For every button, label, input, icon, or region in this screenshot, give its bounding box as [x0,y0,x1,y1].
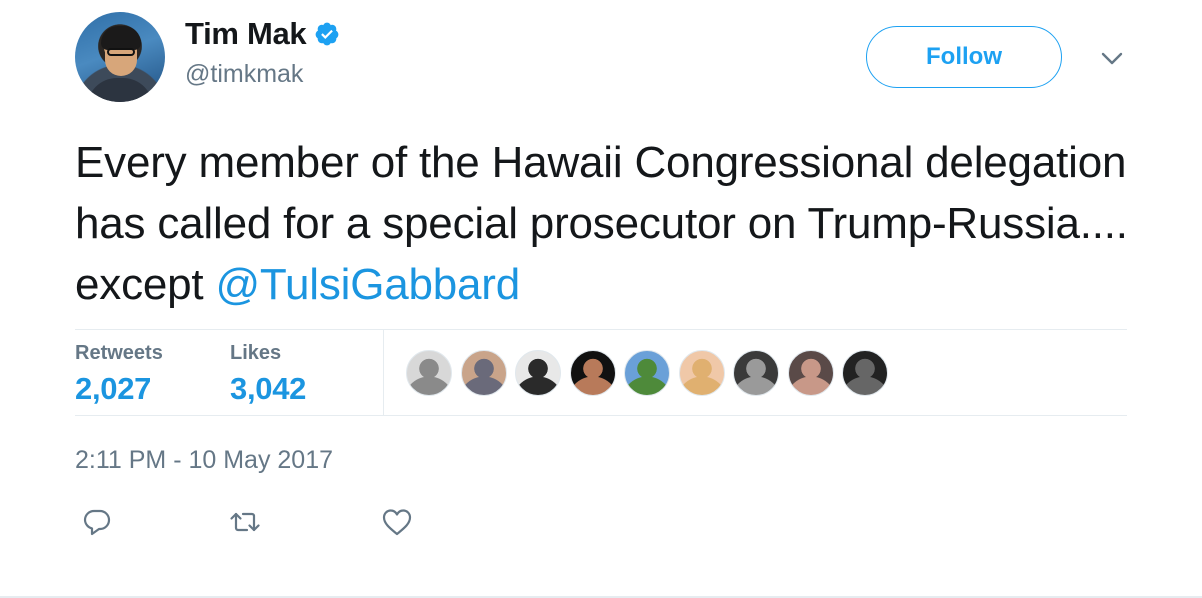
tweet-text: Every member of the Hawaii Congressional… [75,132,1145,315]
reply-icon[interactable] [80,505,114,539]
tweet-timestamp[interactable]: 2:11 PM - 10 May 2017 [75,446,333,475]
retweet-icon[interactable] [228,505,262,539]
liker-avatar-4[interactable] [569,350,616,396]
retweets-count: 2,027 [75,371,152,406]
liker-avatars [406,350,897,396]
avatar-glasses [107,48,135,56]
chevron-down-icon[interactable] [1098,44,1126,72]
mention-link[interactable]: @TulsiGabbard [215,260,520,309]
liker-avatar-1[interactable] [406,350,452,396]
stats-top-divider [75,329,1127,330]
verified-badge-icon [315,22,339,46]
author-name-row[interactable]: Tim Mak [185,16,340,52]
retweets-label: Retweets [75,342,163,364]
likes-count: 3,042 [230,371,307,406]
author-avatar[interactable] [75,12,165,102]
liker-avatar-9[interactable] [842,350,888,396]
avatar-hair [101,26,141,50]
tweet-card: Tim Mak @timkmak Follow Every member of … [0,0,1202,598]
avatar-body [87,78,153,102]
likes-label: Likes [230,342,282,364]
author-handle[interactable]: @timkmak [185,60,303,89]
liker-avatar-6[interactable] [678,350,725,396]
author-name[interactable]: Tim Mak [185,16,307,52]
stats-bottom-divider [75,415,1127,416]
liker-avatar-8[interactable] [787,350,834,396]
liker-avatar-2[interactable] [460,350,507,396]
follow-button[interactable]: Follow [866,26,1062,88]
likes-stat[interactable]: Likes 3,042 [230,342,306,407]
retweets-stat[interactable]: Retweets 2,027 [75,342,163,407]
heart-icon[interactable] [380,505,414,539]
liker-avatar-7[interactable] [733,350,779,396]
liker-avatar-3[interactable] [515,350,561,396]
stats-vertical-divider [383,330,384,415]
liker-avatar-5[interactable] [624,350,670,396]
